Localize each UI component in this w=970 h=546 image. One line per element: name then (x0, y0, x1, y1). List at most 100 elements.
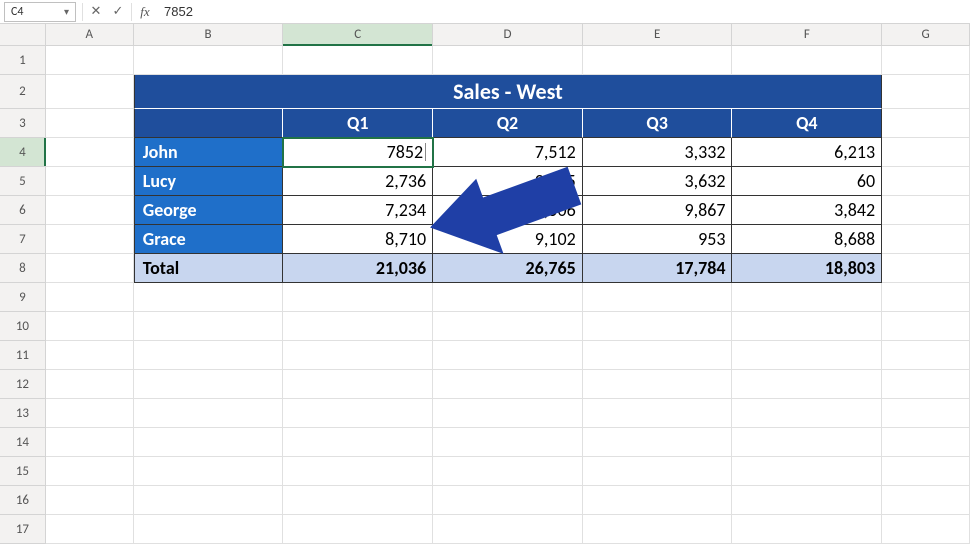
cell[interactable] (583, 46, 733, 75)
cell[interactable] (882, 167, 970, 196)
name-box[interactable]: C4 ▾ (4, 2, 76, 22)
cell[interactable] (882, 341, 970, 370)
row-header-5[interactable]: 5 (0, 167, 46, 196)
cell[interactable] (283, 283, 433, 312)
cell[interactable] (283, 515, 433, 544)
data-cell[interactable]: 3,332 (583, 138, 733, 167)
insert-function-icon[interactable]: fx (134, 2, 156, 22)
data-cell[interactable]: 6,213 (732, 138, 882, 167)
cell[interactable] (732, 486, 882, 515)
row-header-3[interactable]: 3 (0, 109, 46, 138)
cell[interactable] (46, 399, 134, 428)
cell[interactable] (732, 312, 882, 341)
row-header-14[interactable]: 14 (0, 428, 46, 457)
cell[interactable] (732, 399, 882, 428)
cell[interactable] (283, 486, 433, 515)
cell[interactable] (732, 457, 882, 486)
total-label[interactable]: Total (134, 254, 284, 283)
cell[interactable] (46, 457, 134, 486)
cell[interactable] (732, 370, 882, 399)
cell[interactable] (46, 225, 134, 254)
cell[interactable] (433, 312, 583, 341)
col-header-B[interactable]: B (134, 24, 284, 45)
cell[interactable] (732, 283, 882, 312)
cell[interactable] (433, 341, 583, 370)
cell[interactable] (433, 370, 583, 399)
cell[interactable] (46, 515, 134, 544)
cell[interactable] (134, 457, 284, 486)
cell[interactable] (583, 341, 733, 370)
col-header-q4[interactable]: Q4 (732, 109, 882, 138)
cell[interactable] (882, 283, 970, 312)
cell[interactable] (134, 428, 284, 457)
row-header-12[interactable]: 12 (0, 370, 46, 399)
cell[interactable] (46, 283, 134, 312)
cell[interactable] (46, 46, 134, 75)
cell[interactable] (882, 138, 970, 167)
cell[interactable] (134, 486, 284, 515)
cell[interactable] (583, 428, 733, 457)
cell[interactable] (583, 486, 733, 515)
cell[interactable] (882, 399, 970, 428)
cell[interactable] (583, 370, 733, 399)
cell[interactable] (882, 75, 970, 109)
data-cell[interactable]: 953 (583, 225, 733, 254)
total-cell[interactable]: 26,765 (433, 254, 583, 283)
cell[interactable] (583, 312, 733, 341)
cell[interactable] (583, 457, 733, 486)
select-all-corner[interactable] (0, 24, 46, 45)
data-cell[interactable]: 8,710 (283, 225, 433, 254)
data-cell[interactable]: 2,736 (283, 167, 433, 196)
cell[interactable] (46, 312, 134, 341)
chevron-down-icon[interactable]: ▾ (64, 5, 69, 18)
cell[interactable] (882, 196, 970, 225)
cell[interactable] (46, 167, 134, 196)
cell[interactable] (583, 399, 733, 428)
cell[interactable] (46, 428, 134, 457)
cell[interactable] (433, 515, 583, 544)
row-header-2[interactable]: 2 (0, 75, 46, 109)
data-cell[interactable]: 9,867 (583, 196, 733, 225)
cell[interactable] (46, 75, 134, 109)
cell[interactable] (283, 46, 433, 75)
cell[interactable] (433, 283, 583, 312)
row-header-17[interactable]: 17 (0, 515, 46, 544)
row-header-9[interactable]: 9 (0, 283, 46, 312)
col-header-q3[interactable]: Q3 (583, 109, 733, 138)
cancel-icon[interactable]: ✕ (85, 2, 107, 22)
row-header-10[interactable]: 10 (0, 312, 46, 341)
cell[interactable] (583, 515, 733, 544)
confirm-icon[interactable]: ✓ (107, 2, 129, 22)
cell[interactable] (732, 428, 882, 457)
cell[interactable] (433, 399, 583, 428)
cell[interactable] (732, 341, 882, 370)
data-cell[interactable]: 3,632 (583, 167, 733, 196)
cell[interactable] (882, 428, 970, 457)
row-header-15[interactable]: 15 (0, 457, 46, 486)
cell[interactable] (882, 312, 970, 341)
row-header-1[interactable]: 1 (0, 46, 46, 75)
data-cell[interactable]: 3,842 (732, 196, 882, 225)
cell[interactable] (134, 370, 284, 399)
cell[interactable] (882, 46, 970, 75)
cell[interactable] (46, 196, 134, 225)
data-cell[interactable]: 9,645 (433, 167, 583, 196)
cell[interactable] (732, 515, 882, 544)
data-cell[interactable]: 9,102 (433, 225, 583, 254)
col-header-E[interactable]: E (583, 24, 733, 45)
cell[interactable] (46, 370, 134, 399)
name-cell[interactable]: John (134, 138, 284, 167)
formula-input[interactable] (156, 2, 970, 22)
cell[interactable] (583, 283, 733, 312)
table-title[interactable]: Sales - West (134, 75, 882, 109)
cell[interactable] (882, 486, 970, 515)
cell[interactable] (134, 283, 284, 312)
cell[interactable] (882, 515, 970, 544)
col-header-A[interactable]: A (46, 24, 134, 45)
data-cell[interactable]: 7,234 (283, 196, 433, 225)
cell[interactable] (732, 46, 882, 75)
cell[interactable] (283, 428, 433, 457)
cell[interactable] (433, 486, 583, 515)
cell[interactable] (433, 428, 583, 457)
cell[interactable] (283, 399, 433, 428)
